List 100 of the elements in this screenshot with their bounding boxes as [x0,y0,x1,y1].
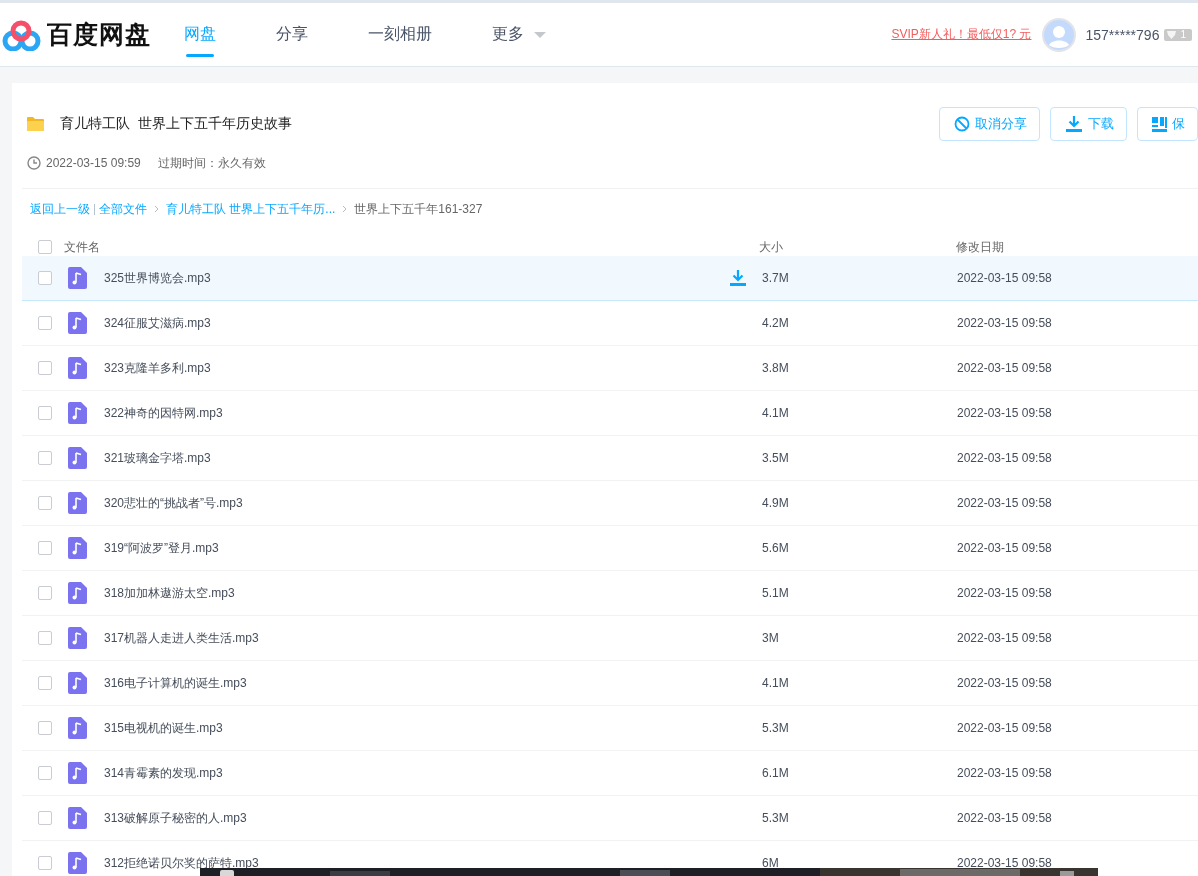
music-file-icon [67,357,88,379]
logo-text: 百度网盘 [47,19,151,50]
file-row[interactable]: 321玻璃金字塔.mp3 3.5M 2022-03-15 09:58 [22,436,1198,481]
diamond-icon [1167,30,1177,39]
file-name[interactable]: 322神奇的因特网.mp3 [104,404,729,422]
music-file-icon [67,807,88,829]
file-row[interactable]: 319“阿波罗”登月.mp3 5.6M 2022-03-15 09:58 [22,526,1198,571]
expiry-text: 过期时间：永久有效 [157,154,266,172]
file-row[interactable]: 325世界博览会.mp3 3.7M 2022-03-15 09:58 [22,256,1198,301]
logo-icon [2,18,41,51]
column-header[interactable]: 修改日期 [956,238,1004,256]
modified-date: 2022-03-15 09:58 [957,406,1052,420]
select-all-checkbox[interactable] [38,240,52,254]
file-row[interactable]: 314青霉素的发现.mp3 6.1M 2022-03-15 09:58 [22,751,1198,796]
file-size: 5.3M [762,721,790,735]
avatar-icon[interactable] [1042,17,1077,52]
checkbox[interactable] [38,811,52,825]
music-file-icon [67,582,88,604]
chevron-icon [154,205,159,213]
file-name[interactable]: 324征服艾滋病.mp3 [104,314,729,332]
checkbox[interactable] [38,586,52,600]
caret-icon [534,31,546,38]
modified-date: 2022-03-15 09:58 [957,316,1052,330]
download-icon[interactable] [729,269,747,287]
file-name[interactable]: 318加加林遨游太空.mp3 [104,584,729,602]
checkbox[interactable] [38,361,52,375]
modified-date: 2022-03-15 09:58 [957,766,1052,780]
music-file-icon [67,312,88,334]
file-name[interactable]: 315电视机的诞生.mp3 [104,719,729,737]
nav-tab[interactable]: 更多 [492,3,546,66]
file-name[interactable]: 317机器人走进人类生活.mp3 [104,629,729,647]
file-row[interactable]: 322神奇的因特网.mp3 4.1M 2022-03-15 09:58 [22,391,1198,436]
breadcrumb-current: 世界上下五千年161-327 [354,202,483,216]
music-file-icon [67,717,88,739]
download-icon [1065,115,1083,133]
qr-code-icon [1152,116,1167,132]
file-size: 3.5M [762,451,790,465]
checkbox[interactable] [38,451,52,465]
prohibit-icon [954,116,970,132]
file-size: 3.7M [762,271,790,285]
share-date: 2022-03-15 09:59 [46,156,141,170]
modified-date: 2022-03-15 09:58 [957,451,1052,465]
checkbox[interactable] [38,406,52,420]
modified-date: 2022-03-15 09:58 [957,271,1052,285]
share-title: 育儿特工队 世界上下五千年历史故事 [60,115,292,133]
music-file-icon [67,492,88,514]
file-name[interactable]: 320悲壮的“挑战者”号.mp3 [104,494,729,512]
file-row[interactable]: 316电子计算机的诞生.mp3 4.1M 2022-03-15 09:58 [22,661,1198,706]
modified-date: 2022-03-15 09:58 [957,496,1052,510]
music-file-icon [67,267,88,289]
file-size: 5.6M [762,541,790,555]
file-size: 5.3M [762,811,790,825]
music-file-icon [67,627,88,649]
file-name[interactable]: 319“阿波罗”登月.mp3 [104,539,729,557]
file-row[interactable]: 318加加林遨游太空.mp3 5.1M 2022-03-15 09:58 [22,571,1198,616]
file-name[interactable]: 321玻璃金字塔.mp3 [104,449,729,467]
file-name[interactable]: 323克隆羊多利.mp3 [104,359,729,377]
modified-date: 2022-03-15 09:58 [957,676,1052,690]
column-header[interactable]: 文件名 [64,238,759,256]
file-name[interactable]: 316电子计算机的诞生.mp3 [104,674,729,692]
file-row[interactable]: 313破解原子秘密的人.mp3 5.3M 2022-03-15 09:58 [22,796,1198,841]
checkbox[interactable] [38,631,52,645]
nav-tab[interactable]: 分享 [276,3,308,66]
checkbox[interactable] [38,271,52,285]
checkbox[interactable] [38,856,52,870]
nav-tab[interactable]: 一刻相册 [368,3,432,66]
username[interactable]: 157*****796 [1085,26,1160,43]
modified-date: 2022-03-15 09:58 [957,631,1052,645]
file-row[interactable]: 320悲壮的“挑战者”号.mp3 4.9M 2022-03-15 09:58 [22,481,1198,526]
file-row[interactable]: 317机器人走进人类生活.mp3 3M 2022-03-15 09:58 [22,616,1198,661]
column-header[interactable]: 大小 [759,238,956,256]
file-row[interactable]: 315电视机的诞生.mp3 5.3M 2022-03-15 09:58 [22,706,1198,751]
modified-date: 2022-03-15 09:58 [957,586,1052,600]
modified-date: 2022-03-15 09:58 [957,811,1052,825]
music-file-icon [67,672,88,694]
checkbox[interactable] [38,541,52,555]
chevron-icon [342,205,348,213]
file-size: 3.8M [762,361,790,375]
music-file-icon [67,537,88,559]
file-row[interactable]: 324征服艾滋病.mp3 4.2M 2022-03-15 09:58 [22,301,1198,346]
modified-date: 2022-03-15 09:58 [957,856,1052,870]
file-name[interactable]: 314青霉素的发现.mp3 [104,764,729,782]
file-size: 4.1M [762,676,790,690]
file-name[interactable]: 325世界博览会.mp3 [104,269,729,287]
file-size: 3M [762,631,780,645]
checkbox[interactable] [38,496,52,510]
checkbox[interactable] [38,721,52,735]
checkbox[interactable] [38,766,52,780]
modified-date: 2022-03-15 09:58 [957,721,1052,735]
file-name[interactable]: 313破解原子秘密的人.mp3 [104,809,729,827]
clock-icon [27,156,41,170]
file-size: 4.9M [762,496,790,510]
file-row[interactable]: 323克隆羊多利.mp3 3.8M 2022-03-15 09:58 [22,346,1198,391]
file-size: 5.1M [762,586,790,600]
modified-date: 2022-03-15 09:58 [957,541,1052,555]
file-size: 4.1M [762,406,790,420]
checkbox[interactable] [38,316,52,330]
checkbox[interactable] [38,676,52,690]
file-name[interactable]: 312拒绝诺贝尔奖的萨特.mp3 [104,854,729,872]
file-size: 6.1M [762,766,790,780]
